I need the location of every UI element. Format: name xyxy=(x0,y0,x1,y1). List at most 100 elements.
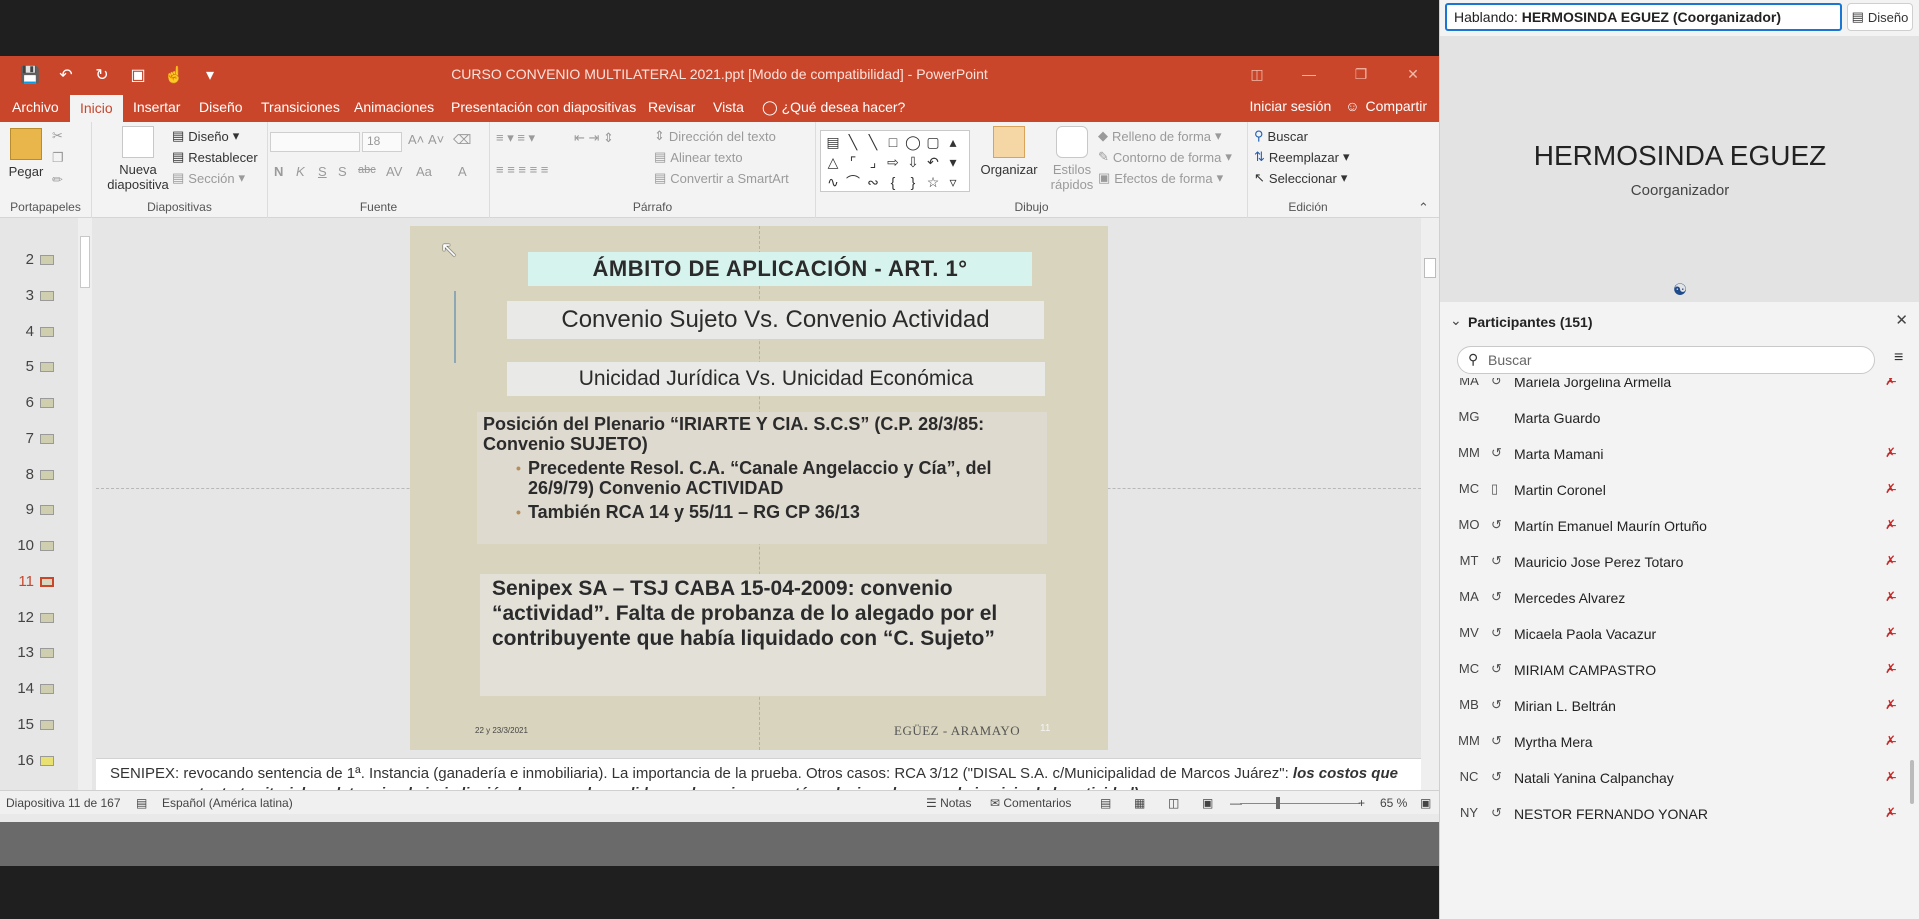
clear-format-icon[interactable]: ⌫ xyxy=(453,132,471,148)
editor-scrollbar[interactable] xyxy=(1421,218,1439,758)
muted-mic-icon[interactable]: ✗̶ xyxy=(1885,517,1896,533)
slide-title[interactable]: ÁMBITO DE APLICACIÓN - ART. 1° xyxy=(528,252,1032,286)
muted-mic-icon[interactable]: ✗̶ xyxy=(1885,625,1896,641)
collapse-ribbon-icon[interactable]: ⌃ xyxy=(1418,200,1429,216)
brace-shape-icon[interactable]: } xyxy=(903,172,923,192)
ribbon-display-icon[interactable]: ◫ xyxy=(1231,56,1283,92)
tab-animaciones[interactable]: Animaciones xyxy=(352,92,436,122)
font-size-input[interactable]: 18 xyxy=(362,132,402,152)
sorter-view-icon[interactable]: ▦ xyxy=(1134,796,1145,810)
line-shape-icon[interactable]: ╲ xyxy=(843,132,863,152)
scroll-thumb[interactable] xyxy=(80,236,90,288)
star-shape-icon[interactable]: ☆ xyxy=(923,172,943,192)
active-speaker-video[interactable]: HERMOSINDA EGUEZ Coorganizador ☯ xyxy=(1440,36,1919,302)
slide-box-unity[interactable]: Unicidad Jurídica Vs. Unicidad Económica xyxy=(507,362,1045,396)
replace-button[interactable]: ⇅ Reemplazar ▾ xyxy=(1254,149,1350,165)
tab-revisar[interactable]: Revisar xyxy=(646,92,697,122)
quick-styles-button[interactable]: Estilos rápidos xyxy=(1044,126,1100,192)
slide-thumb[interactable]: 10 xyxy=(0,531,78,561)
tab-archivo[interactable]: Archivo xyxy=(10,92,61,122)
muted-mic-icon[interactable]: ✗̶ xyxy=(1885,378,1896,389)
tab-diseno[interactable]: Diseño xyxy=(197,92,245,122)
notes-pane[interactable]: SENIPEX: revocando sentencia de 1ª. Inst… xyxy=(96,758,1421,790)
align-text-button[interactable]: ▤ Alinear texto xyxy=(654,149,743,165)
muted-mic-icon[interactable]: ✗̶ xyxy=(1885,697,1896,713)
reading-view-icon[interactable]: ◫ xyxy=(1168,796,1179,810)
sign-in-link[interactable]: Iniciar sesión xyxy=(1250,98,1332,114)
muted-mic-icon[interactable]: ✗̶ xyxy=(1885,733,1896,749)
scroll-up-icon[interactable]: ▴ xyxy=(943,132,963,152)
new-slide-button[interactable]: Nueva diapositiva xyxy=(106,126,170,192)
section-button[interactable]: ▤ Sección ▾ xyxy=(172,170,245,186)
slides-scrollbar[interactable] xyxy=(78,218,92,790)
comments-button[interactable]: ✉ Comentarios xyxy=(990,796,1071,810)
grow-font-icon[interactable]: A˄ xyxy=(408,132,424,147)
chevron-down-icon[interactable]: ⌄ xyxy=(1450,312,1462,329)
zoom-slider-thumb[interactable] xyxy=(1276,797,1280,809)
indent-icon[interactable]: ⇤ ⇥ ⇕ xyxy=(574,130,614,146)
arc-shape-icon[interactable]: ⌒ xyxy=(843,172,863,192)
slide-thumb[interactable]: 3 xyxy=(0,281,78,311)
slide-thumb[interactable]: 5 xyxy=(0,352,78,382)
slide-thumb[interactable]: 7 xyxy=(0,424,78,454)
slide-thumb[interactable]: 6 xyxy=(0,388,78,418)
close-icon[interactable]: ✕ xyxy=(1895,311,1908,329)
slideshow-view-icon[interactable]: ▣ xyxy=(1202,796,1213,810)
curve-shape-icon[interactable]: ↶ xyxy=(923,152,943,172)
slide-thumb[interactable]: 4 xyxy=(0,317,78,347)
participants-scrollbar[interactable] xyxy=(1910,760,1914,804)
muted-mic-icon[interactable]: ✗̶ xyxy=(1885,661,1896,677)
slide-thumb[interactable]: 12 xyxy=(0,603,78,633)
slide-thumb[interactable]: 15 xyxy=(0,710,78,740)
participants-search-input[interactable]: ⚲ Buscar xyxy=(1457,346,1875,374)
muted-mic-icon[interactable]: ✗̶ xyxy=(1885,769,1896,785)
slide-box-subject-vs-activity[interactable]: Convenio Sujeto Vs. Convenio Actividad xyxy=(507,301,1044,339)
paste-button[interactable]: Pegar xyxy=(6,128,46,179)
tell-me-box[interactable]: ◯ ¿Qué desea hacer? xyxy=(760,92,907,122)
muted-mic-icon[interactable]: ✗̶ xyxy=(1885,481,1896,497)
font-name-input[interactable] xyxy=(270,132,360,152)
connector-shape-icon[interactable]: ⌜ xyxy=(843,152,863,172)
share-button[interactable]: ☺ Compartir xyxy=(1345,98,1427,114)
triangle-shape-icon[interactable]: △ xyxy=(823,152,843,172)
char-spacing-button[interactable]: AV xyxy=(386,164,402,179)
minimize-icon[interactable]: — xyxy=(1283,56,1335,92)
strikethrough-button[interactable]: abc xyxy=(358,164,376,176)
sort-icon[interactable]: ≡ xyxy=(1894,349,1903,367)
arrange-button[interactable]: Organizar xyxy=(976,126,1042,177)
shape-effects-button[interactable]: ▣ Efectos de forma ▾ xyxy=(1098,170,1223,186)
textbox-shape-icon[interactable]: ▤ xyxy=(823,132,843,152)
slide-thumb[interactable]: 17 xyxy=(0,781,78,790)
arrow-down-shape-icon[interactable]: ⇩ xyxy=(903,152,923,172)
find-button[interactable]: ⚲ Buscar xyxy=(1254,128,1308,144)
curve-shape-icon[interactable]: ∾ xyxy=(863,172,883,192)
slide-thumb[interactable]: 9 xyxy=(0,495,78,525)
select-button[interactable]: ↖ Seleccionar ▾ xyxy=(1254,170,1347,186)
slide-canvas[interactable]: ÁMBITO DE APLICACIÓN - ART. 1° Convenio … xyxy=(410,226,1108,750)
font-color-button[interactable]: A xyxy=(458,164,467,179)
participant-row[interactable]: NY ↺ NESTOR FERNANDO YONAR ✗̶ xyxy=(1440,796,1910,840)
layout-design-button[interactable]: ▤ Diseño xyxy=(1847,3,1913,31)
muted-mic-icon[interactable]: ✗̶ xyxy=(1885,553,1896,569)
rect-shape-icon[interactable]: □ xyxy=(883,132,903,152)
muted-mic-icon[interactable]: ✗̶ xyxy=(1885,589,1896,605)
notes-scrollbar[interactable] xyxy=(1421,758,1439,790)
layout-button[interactable]: ▤ Diseño ▾ xyxy=(172,128,239,144)
maximize-icon[interactable]: ❐ xyxy=(1335,56,1387,92)
brace-shape-icon[interactable]: { xyxy=(883,172,903,192)
rounded-rect-shape-icon[interactable]: ▢ xyxy=(923,132,943,152)
slide-thumb[interactable]: 2 xyxy=(0,245,78,275)
smartart-button[interactable]: ▤ Convertir a SmartArt xyxy=(654,170,789,186)
oval-shape-icon[interactable]: ◯ xyxy=(903,132,923,152)
tab-inicio[interactable]: Inicio xyxy=(70,95,123,122)
slide-thumb[interactable]: 14 xyxy=(0,674,78,704)
language-indicator[interactable]: Español (América latina) xyxy=(162,796,293,810)
line-shape-icon[interactable]: ╲ xyxy=(863,132,883,152)
zoom-in-icon[interactable]: + xyxy=(1358,796,1365,810)
shape-fill-button[interactable]: ◆ Relleno de forma ▾ xyxy=(1098,128,1222,144)
shape-outline-button[interactable]: ✎ Contorno de forma ▾ xyxy=(1098,149,1232,165)
zoom-level[interactable]: 65 % xyxy=(1380,796,1407,810)
arrow-right-shape-icon[interactable]: ⇨ xyxy=(883,152,903,172)
expand-gallery-icon[interactable]: ▿ xyxy=(943,172,963,192)
freeform-shape-icon[interactable]: ∿ xyxy=(823,172,843,192)
